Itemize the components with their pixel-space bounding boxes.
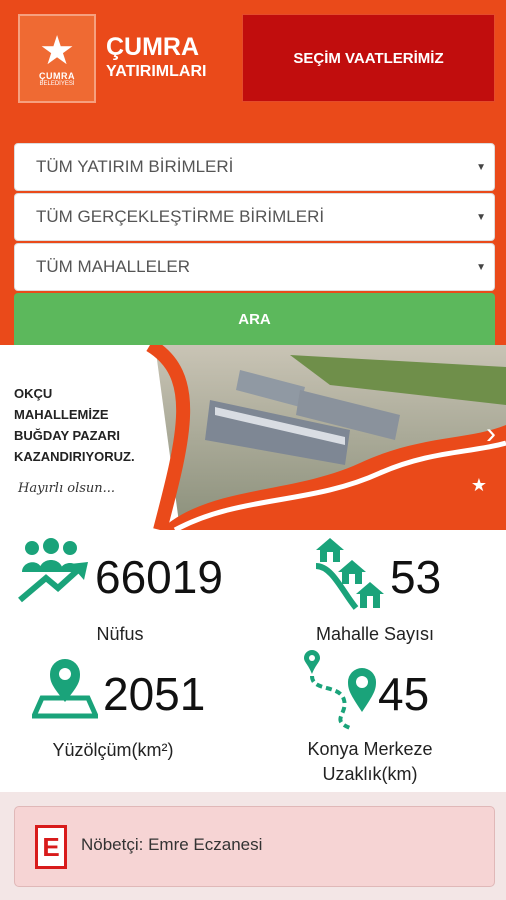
logo-text: ÇUMRA xyxy=(39,70,75,81)
neighborhoods-value: TÜM MAHALLELER xyxy=(36,257,190,276)
area-label: Yüzölçüm(km²) xyxy=(52,740,174,760)
distance-label-line2: Uzaklık(km) xyxy=(322,764,418,784)
investment-units-value: TÜM YATIRIM BİRİMLERİ xyxy=(36,157,234,176)
houses-icon xyxy=(315,538,384,610)
news-banner[interactable]: OKÇU MAHALLEMİZE BUĞDAY PAZARI KAZANDIRI… xyxy=(0,345,506,530)
population-label: Nüfus xyxy=(96,624,144,644)
distance-label-line1: Konya Merkeze xyxy=(307,739,433,759)
banner-line: KAZANDIRIYORUZ. xyxy=(14,449,135,464)
neighborhood-count-label: Mahalle Sayısı xyxy=(315,624,435,644)
banner-line: OKÇU xyxy=(14,386,53,401)
site-title-line2: YATIRIMLARI xyxy=(106,63,207,80)
site-title-line1: ÇUMRA xyxy=(106,33,200,61)
header-area: ★ ÇUMRA BELEDİYESİ ÇUMRA YATIRIMLARI SEÇ… xyxy=(0,0,506,345)
banner-headline: OKÇU MAHALLEMİZE BUĞDAY PAZARI KAZANDIRI… xyxy=(14,383,135,467)
election-promises-button[interactable]: SEÇİM VAATLERİMİZ xyxy=(242,14,495,102)
banner-logo: ★ xyxy=(462,465,496,505)
chevron-down-icon: ▼ xyxy=(476,262,486,273)
map-area-icon xyxy=(32,659,98,719)
logo-subtext: BELEDİYESİ xyxy=(39,80,75,87)
banner-line: BUĞDAY PAZARI xyxy=(14,428,120,443)
banner-signature: Hayırlı olsun... xyxy=(18,481,116,496)
route-distance-icon xyxy=(304,650,376,730)
next-slide-arrow-icon[interactable]: › xyxy=(486,417,496,451)
site-title[interactable]: ÇUMRA YATIRIMLARI xyxy=(106,34,206,83)
investment-units-select[interactable]: TÜM YATIRIM BİRİMLERİ ▼ xyxy=(14,143,495,191)
chevron-down-icon: ▼ xyxy=(476,162,486,173)
on-duty-pharmacy-text: Nöbetçi: Emre Eczanesi xyxy=(81,835,263,854)
area-value: 2051 xyxy=(103,668,206,720)
pharmacy-e-icon: E xyxy=(35,825,67,869)
implementing-units-value: TÜM GERÇEKLEŞTİRME BİRİMLERİ xyxy=(36,207,325,226)
on-duty-pharmacy-box[interactable]: E Nöbetçi: Emre Eczanesi xyxy=(14,806,495,887)
banner-line: MAHALLEMİZE xyxy=(14,407,109,422)
population-value: 66019 xyxy=(95,551,223,603)
population-icon xyxy=(18,538,88,603)
implementing-units-select[interactable]: TÜM GERÇEKLEŞTİRME BİRİMLERİ ▼ xyxy=(14,193,495,241)
neighborhoods-select[interactable]: TÜM MAHALLELER ▼ xyxy=(14,243,495,291)
star-logo-icon: ★ xyxy=(39,28,75,73)
distance-value: 45 xyxy=(378,668,430,720)
neighborhood-count-value: 53 xyxy=(390,551,442,603)
distance-label: Konya Merkeze Uzaklık(km) xyxy=(280,737,460,787)
star-logo-icon: ★ xyxy=(470,474,488,495)
chevron-down-icon: ▼ xyxy=(476,212,486,223)
footer-area: E Nöbetçi: Emre Eczanesi xyxy=(0,792,506,900)
pharmacy-icon-letter: E xyxy=(42,831,60,862)
search-button[interactable]: ARA xyxy=(14,293,495,345)
municipality-logo[interactable]: ★ ÇUMRA BELEDİYESİ xyxy=(18,14,96,103)
statistics-section: 66019 Nüfus 53 Mahalle Sayısı 2051 Yüzöl… xyxy=(0,530,506,792)
